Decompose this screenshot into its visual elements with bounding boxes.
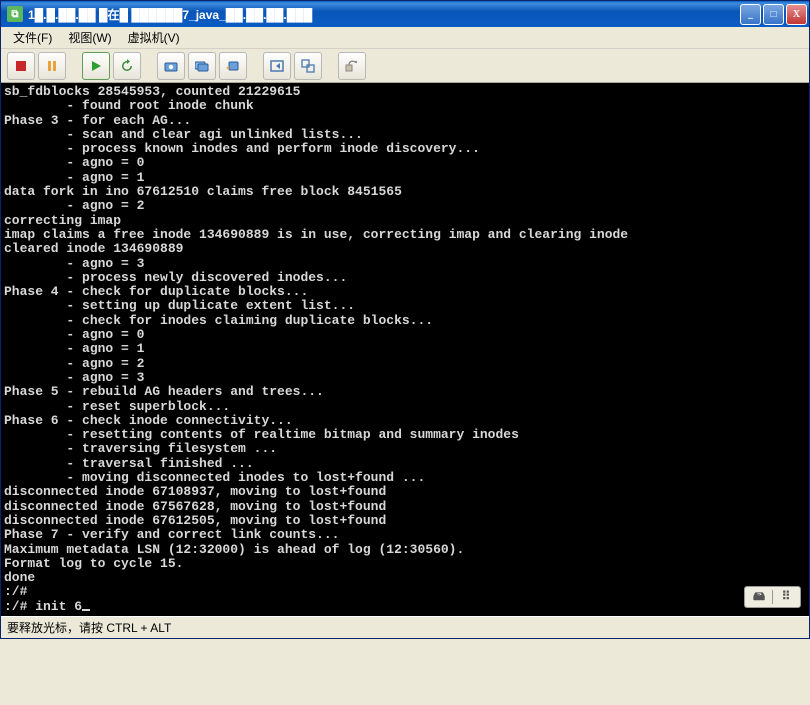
minimize-button[interactable]: _ <box>740 4 761 25</box>
console-output: sb_fdblocks 28545953, counted 21229615 -… <box>4 85 806 614</box>
window-controls: _ □ X <box>740 4 807 25</box>
play-icon <box>89 59 103 73</box>
unity-button[interactable] <box>294 52 322 80</box>
toolbar-separator <box>331 54 332 78</box>
devices-icon <box>345 59 359 73</box>
tool-bar <box>1 49 809 83</box>
pause-button[interactable] <box>38 52 66 80</box>
menu-handle-icon[interactable]: ⠿ <box>777 590 795 604</box>
menu-bar: 文件(F) 视图(W) 虚拟机(V) <box>1 27 809 49</box>
refresh-icon <box>120 59 134 73</box>
title-bar[interactable]: ⧉ 1█.█.██.██ █在█ ██████7_java_██.██.██.█… <box>1 1 809 27</box>
status-bar: 要释放光标，请按 CTRL + ALT <box>1 616 809 638</box>
refresh-button[interactable] <box>113 52 141 80</box>
snapshot-button[interactable] <box>157 52 185 80</box>
menu-vm[interactable]: 虚拟机(V) <box>120 27 188 48</box>
toolbar-separator <box>150 54 151 78</box>
stop-button[interactable] <box>7 52 35 80</box>
play-button[interactable] <box>82 52 110 80</box>
fullscreen-icon <box>270 59 284 73</box>
revert-button[interactable] <box>219 52 247 80</box>
maximize-button[interactable]: □ <box>763 4 784 25</box>
vm-console-window: ⧉ 1█.█.██.██ █在█ ██████7_java_██.██.██.█… <box>0 0 810 639</box>
console-viewport[interactable]: sb_fdblocks 28545953, counted 21229615 -… <box>1 83 809 616</box>
menu-file[interactable]: 文件(F) <box>5 27 60 48</box>
fullscreen-button[interactable] <box>263 52 291 80</box>
drive-icon[interactable]: 🖴 <box>750 590 768 604</box>
unity-icon <box>301 59 315 73</box>
revert-icon <box>226 59 240 73</box>
app-icon: ⧉ <box>7 6 23 22</box>
snapshot-manager-button[interactable] <box>188 52 216 80</box>
toolbar-separator <box>75 54 76 78</box>
separator <box>772 590 773 604</box>
pause-icon <box>45 59 59 73</box>
stop-icon <box>14 59 28 73</box>
close-button[interactable]: X <box>786 4 807 25</box>
toolbar-separator <box>256 54 257 78</box>
window-title: 1█.█.██.██ █在█ ██████7_java_██.██.██.███ <box>28 6 740 23</box>
status-text: 要释放光标，请按 CTRL + ALT <box>7 619 171 636</box>
camera-icon <box>164 59 178 73</box>
snapshots-icon <box>195 59 209 73</box>
device-indicator-panel: 🖴 ⠿ <box>744 586 801 608</box>
devices-button[interactable] <box>338 52 366 80</box>
menu-view[interactable]: 视图(W) <box>60 27 119 48</box>
